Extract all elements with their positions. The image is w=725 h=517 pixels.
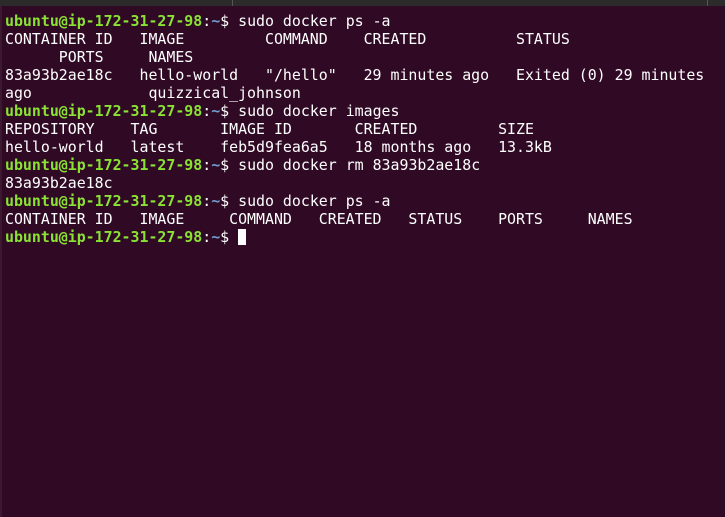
output-line: REPOSITORY TAG IMAGE ID CREATED SIZE — [5, 120, 534, 138]
text-cursor[interactable] — [238, 229, 247, 245]
prompt-separator: : — [202, 12, 212, 30]
prompt-separator: : — [202, 156, 212, 174]
output-line: CONTAINER ID IMAGE COMMAND CREATED STATU… — [5, 30, 570, 48]
prompt-user-host: ubuntu@ip-172-31-27-98 — [5, 102, 203, 120]
prompt-user-host: ubuntu@ip-172-31-27-98 — [5, 156, 203, 174]
command-text: sudo docker ps -a — [238, 192, 391, 210]
window-top-edge — [0, 0, 725, 6]
prompt-separator: : — [202, 102, 212, 120]
prompt-line: ubuntu@ip-172-31-27-98:~$ sudo docker im… — [5, 102, 725, 120]
prompt-separator: : — [202, 192, 212, 210]
output-line: 83a93b2ae18c — [5, 174, 113, 192]
prompt-separator: : — [202, 228, 212, 246]
prompt-path: ~ — [211, 192, 221, 210]
top-edge-divider-right — [707, 0, 708, 6]
prompt-path: ~ — [211, 228, 221, 246]
prompt-user-host: ubuntu@ip-172-31-27-98 — [5, 12, 203, 30]
window-left-edge — [0, 6, 2, 517]
prompt-symbol: $ — [220, 102, 239, 120]
command-text: sudo docker ps -a — [238, 12, 391, 30]
output-line: PORTS NAMES — [5, 48, 194, 66]
prompt-path: ~ — [211, 12, 221, 30]
prompt-line: ubuntu@ip-172-31-27-98:~$ sudo docker ps… — [5, 12, 725, 30]
prompt-symbol: $ — [220, 12, 239, 30]
prompt-line: ubuntu@ip-172-31-27-98:~$ sudo docker ps… — [5, 192, 725, 210]
prompt-symbol: $ — [220, 228, 239, 246]
output-line: ago quizzical_johnson — [5, 84, 301, 102]
output-line: 83a93b2ae18c hello-world "/hello" 29 min… — [5, 66, 705, 84]
prompt-path: ~ — [211, 102, 221, 120]
terminal-window[interactable]: ubuntu@ip-172-31-27-98:~$ sudo docker ps… — [0, 0, 725, 517]
command-text: sudo docker images — [238, 102, 400, 120]
prompt-symbol: $ — [220, 156, 239, 174]
prompt-user-host: ubuntu@ip-172-31-27-98 — [5, 192, 203, 210]
command-text: sudo docker rm 83a93b2ae18c — [238, 156, 481, 174]
prompt-path: ~ — [211, 156, 221, 174]
output-line: CONTAINER ID IMAGE COMMAND CREATED STATU… — [5, 210, 633, 228]
prompt-user-host: ubuntu@ip-172-31-27-98 — [5, 228, 203, 246]
terminal-screen[interactable]: ubuntu@ip-172-31-27-98:~$ sudo docker ps… — [5, 12, 725, 246]
output-line: hello-world latest feb5d9fea6a5 18 month… — [5, 138, 552, 156]
prompt-symbol: $ — [220, 192, 239, 210]
top-edge-divider-left — [232, 0, 233, 6]
prompt-line: ubuntu@ip-172-31-27-98:~$ sudo docker rm… — [5, 156, 725, 174]
prompt-line: ubuntu@ip-172-31-27-98:~$ — [5, 228, 725, 246]
